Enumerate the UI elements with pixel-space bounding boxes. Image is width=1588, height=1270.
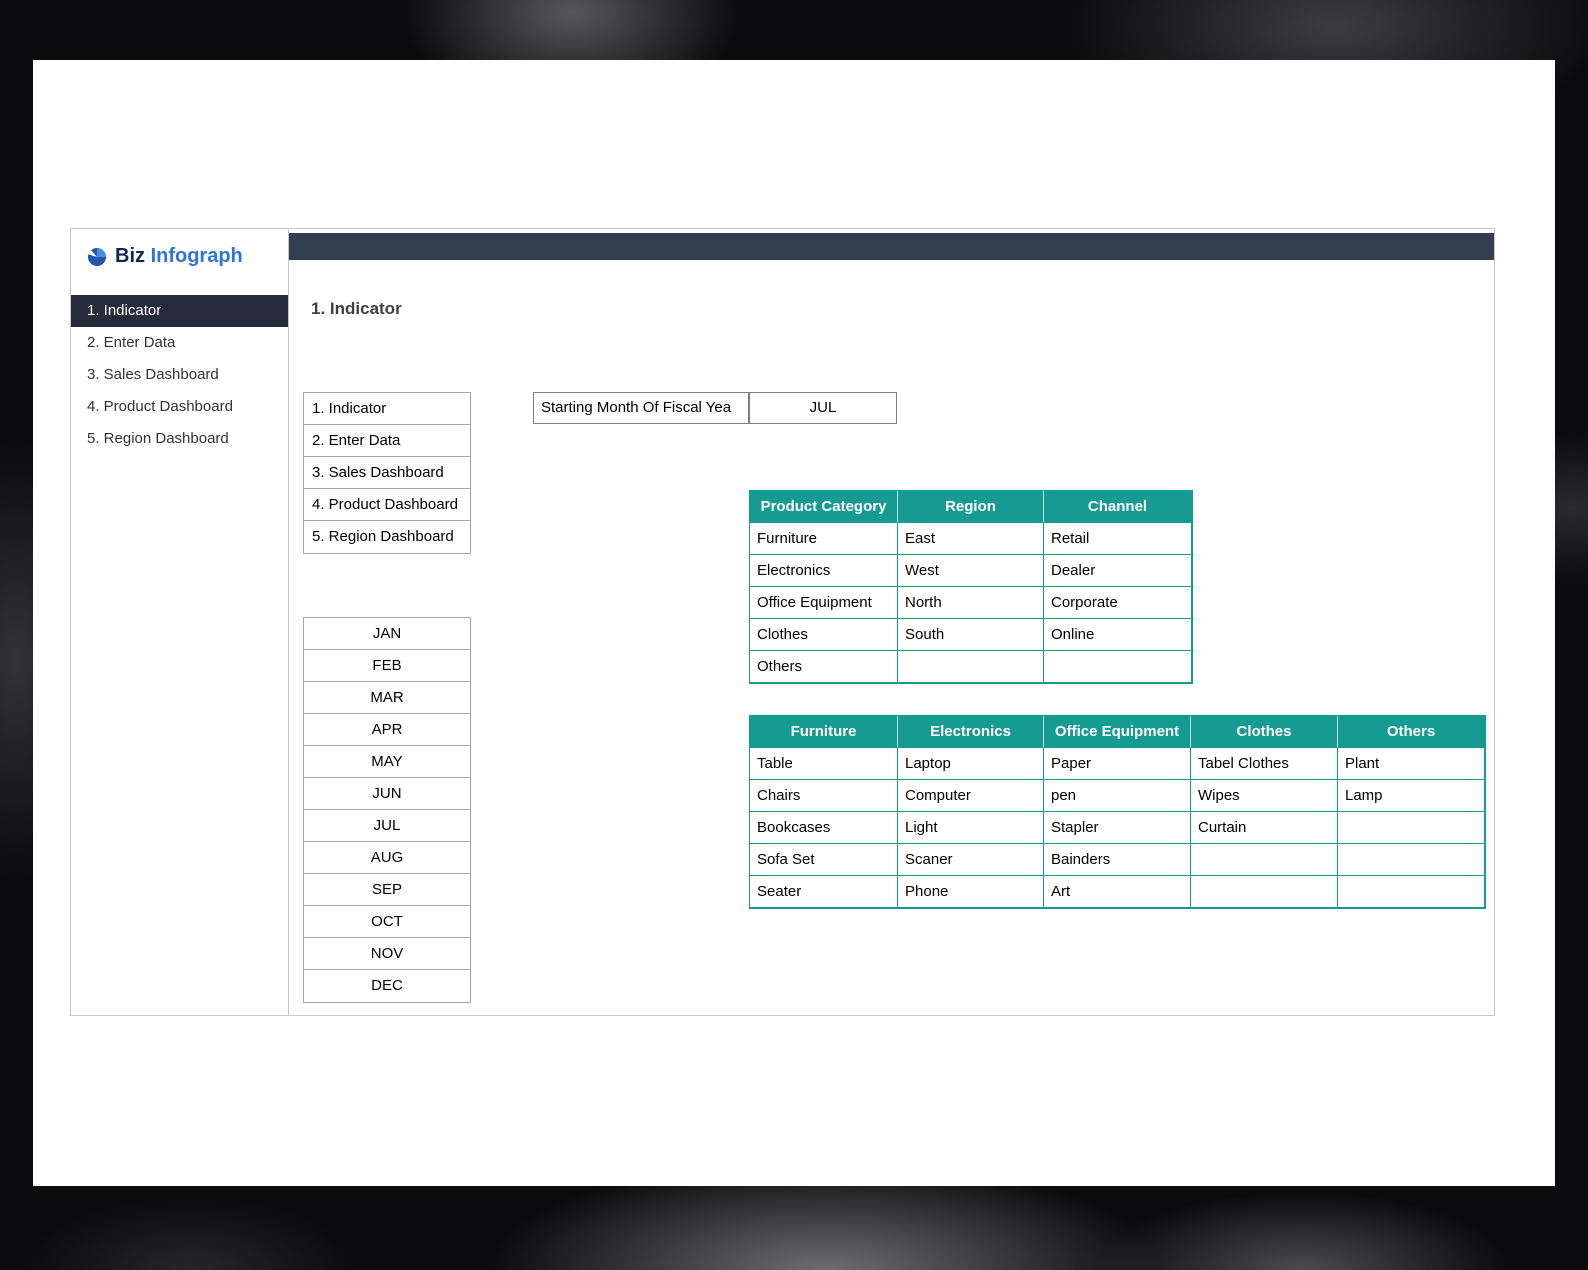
month-list: JAN FEB MAR APR MAY JUN JUL AUG SEP OCT …	[303, 617, 471, 1003]
category-cell: West	[898, 555, 1044, 587]
sheet-nav-list: 1. Indicator 2. Enter Data 3. Sales Dash…	[303, 392, 471, 554]
sheet-nav-item-indicator[interactable]: 1. Indicator	[304, 393, 470, 425]
product-cell: Art	[1044, 876, 1191, 908]
product-cell: Lamp	[1338, 780, 1485, 812]
category-cell: Corporate	[1044, 587, 1192, 619]
product-cell: Light	[898, 812, 1044, 844]
category-cell	[1044, 651, 1192, 683]
product-cell: Computer	[898, 780, 1044, 812]
fiscal-month-label: Starting Month Of Fiscal Yea	[533, 392, 749, 424]
product-cell: Stapler	[1044, 812, 1191, 844]
category-cell: Dealer	[1044, 555, 1192, 587]
month-cell: MAY	[304, 746, 470, 778]
dashboard-panel: Biz Infograph 1. Indicator 2. Enter Data…	[70, 228, 1495, 1016]
product-cell: Paper	[1044, 748, 1191, 780]
product-table: Furniture Electronics Office Equipment C…	[749, 715, 1486, 909]
sidebar-item-enter-data[interactable]: 2. Enter Data	[71, 327, 288, 359]
product-cell	[1191, 844, 1338, 876]
product-cell: Sofa Set	[750, 844, 898, 876]
product-cell	[1338, 844, 1485, 876]
product-cell: Scaner	[898, 844, 1044, 876]
month-cell: AUG	[304, 842, 470, 874]
product-header-cell: Others	[1338, 716, 1485, 748]
product-cell: Bainders	[1044, 844, 1191, 876]
product-header-cell: Electronics	[898, 716, 1044, 748]
month-cell: FEB	[304, 650, 470, 682]
month-cell: JUL	[304, 810, 470, 842]
product-cell: Tabel Clothes	[1191, 748, 1338, 780]
product-header-cell: Furniture	[750, 716, 898, 748]
category-cell: North	[898, 587, 1044, 619]
month-cell: APR	[304, 714, 470, 746]
category-cell	[898, 651, 1044, 683]
category-cell: Retail	[1044, 523, 1192, 555]
month-cell: JAN	[304, 618, 470, 650]
month-cell: OCT	[304, 906, 470, 938]
pie-chart-icon	[88, 247, 106, 266]
sidebar-item-product-dashboard[interactable]: 4. Product Dashboard	[71, 391, 288, 423]
product-cell: Plant	[1338, 748, 1485, 780]
page-title: 1. Indicator	[311, 299, 402, 318]
product-cell: Curtain	[1191, 812, 1338, 844]
category-cell: Others	[750, 651, 898, 683]
product-cell: Phone	[898, 876, 1044, 908]
product-header-cell: Office Equipment	[1044, 716, 1191, 748]
product-cell: pen	[1044, 780, 1191, 812]
sidebar-item-sales-dashboard[interactable]: 3. Sales Dashboard	[71, 359, 288, 391]
workbook-page: Biz Infograph 1. Indicator 2. Enter Data…	[33, 60, 1555, 1186]
product-cell: Table	[750, 748, 898, 780]
sheet-nav-item-product-dashboard[interactable]: 4. Product Dashboard	[304, 489, 470, 521]
category-cell: Online	[1044, 619, 1192, 651]
product-cell	[1338, 876, 1485, 908]
month-cell: NOV	[304, 938, 470, 970]
brand-prefix: Biz	[115, 245, 145, 267]
category-cell: South	[898, 619, 1044, 651]
sidebar-nav: 1. Indicator 2. Enter Data 3. Sales Dash…	[71, 295, 288, 455]
top-bar	[289, 233, 1494, 260]
category-cell: Clothes	[750, 619, 898, 651]
brand-text: Biz Infograph	[115, 245, 243, 268]
product-cell: Chairs	[750, 780, 898, 812]
fiscal-month-value[interactable]: JUL	[749, 392, 897, 424]
category-cell: Office Equipment	[750, 587, 898, 619]
category-header-cell: Region	[898, 491, 1044, 523]
brand-logo: Biz Infograph	[87, 245, 243, 268]
sidebar-item-region-dashboard[interactable]: 5. Region Dashboard	[71, 423, 288, 455]
category-cell: East	[898, 523, 1044, 555]
sheet-nav-item-sales-dashboard[interactable]: 3. Sales Dashboard	[304, 457, 470, 489]
product-header-cell: Clothes	[1191, 716, 1338, 748]
month-cell: SEP	[304, 874, 470, 906]
category-header-cell: Product Category	[750, 491, 898, 523]
sidebar: Biz Infograph 1. Indicator 2. Enter Data…	[71, 229, 289, 1015]
product-cell: Laptop	[898, 748, 1044, 780]
product-cell	[1338, 812, 1485, 844]
sheet-nav-item-enter-data[interactable]: 2. Enter Data	[304, 425, 470, 457]
month-cell: DEC	[371, 977, 403, 994]
category-header-cell: Channel	[1044, 491, 1192, 523]
month-cell: JUN	[304, 778, 470, 810]
product-cell: Seater	[750, 876, 898, 908]
category-cell: Electronics	[750, 555, 898, 587]
brand-suffix: Infograph	[150, 245, 243, 267]
category-cell: Furniture	[750, 523, 898, 555]
month-cell: MAR	[304, 682, 470, 714]
category-table: Product Category Region Channel Furnitur…	[749, 490, 1193, 684]
sidebar-item-indicator[interactable]: 1. Indicator	[71, 295, 288, 327]
product-cell	[1191, 876, 1338, 908]
product-cell: Wipes	[1191, 780, 1338, 812]
sheet-nav-item-region-dashboard[interactable]: 5. Region Dashboard	[304, 521, 470, 553]
product-cell: Bookcases	[750, 812, 898, 844]
